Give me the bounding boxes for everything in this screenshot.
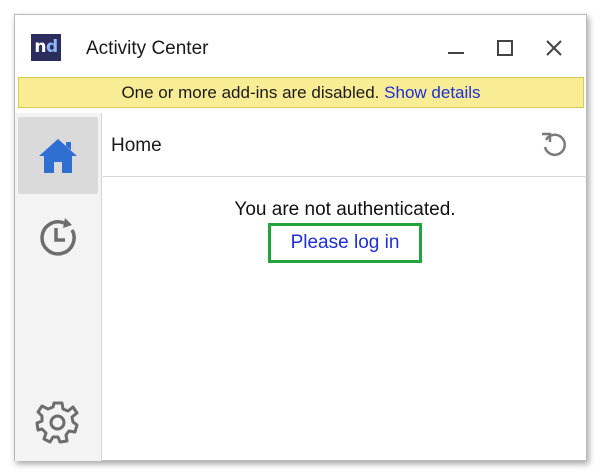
refresh-button[interactable] <box>539 129 569 159</box>
maximize-icon <box>497 40 513 56</box>
close-icon <box>546 40 562 56</box>
notice-message: One or more add-ins are disabled. <box>121 83 380 102</box>
main-panel: Home You are not authenticated. Please l… <box>103 113 587 461</box>
sidebar-item-settings[interactable] <box>18 383 98 460</box>
addins-disabled-notice: One or more add-ins are disabled. Show d… <box>18 77 584 108</box>
page-title: Home <box>111 135 162 156</box>
gear-icon <box>35 401 79 443</box>
app-window: nd Activity Center One or more add-ins a… <box>14 14 587 461</box>
history-icon <box>40 217 76 256</box>
title-bar: nd Activity Center <box>15 15 586 79</box>
minimize-button[interactable] <box>441 33 471 63</box>
sidebar <box>15 113 102 461</box>
login-highlight: Please log in <box>268 223 422 263</box>
app-logo: nd <box>31 34 61 61</box>
login-link[interactable]: Please log in <box>291 232 400 254</box>
window-title: Activity Center <box>86 38 209 59</box>
auth-status-text: You are not authenticated. <box>234 199 456 220</box>
show-details-link[interactable]: Show details <box>384 83 480 102</box>
main-header: Home <box>103 113 587 177</box>
logo-letter-d: d <box>45 37 58 57</box>
home-icon <box>39 138 77 173</box>
sidebar-item-home[interactable] <box>18 117 98 194</box>
close-button[interactable] <box>539 33 569 63</box>
logo-letter-n: n <box>34 37 46 57</box>
refresh-icon <box>542 132 566 157</box>
maximize-button[interactable] <box>490 33 520 63</box>
sidebar-item-history[interactable] <box>18 199 98 276</box>
minimize-icon <box>448 52 464 54</box>
